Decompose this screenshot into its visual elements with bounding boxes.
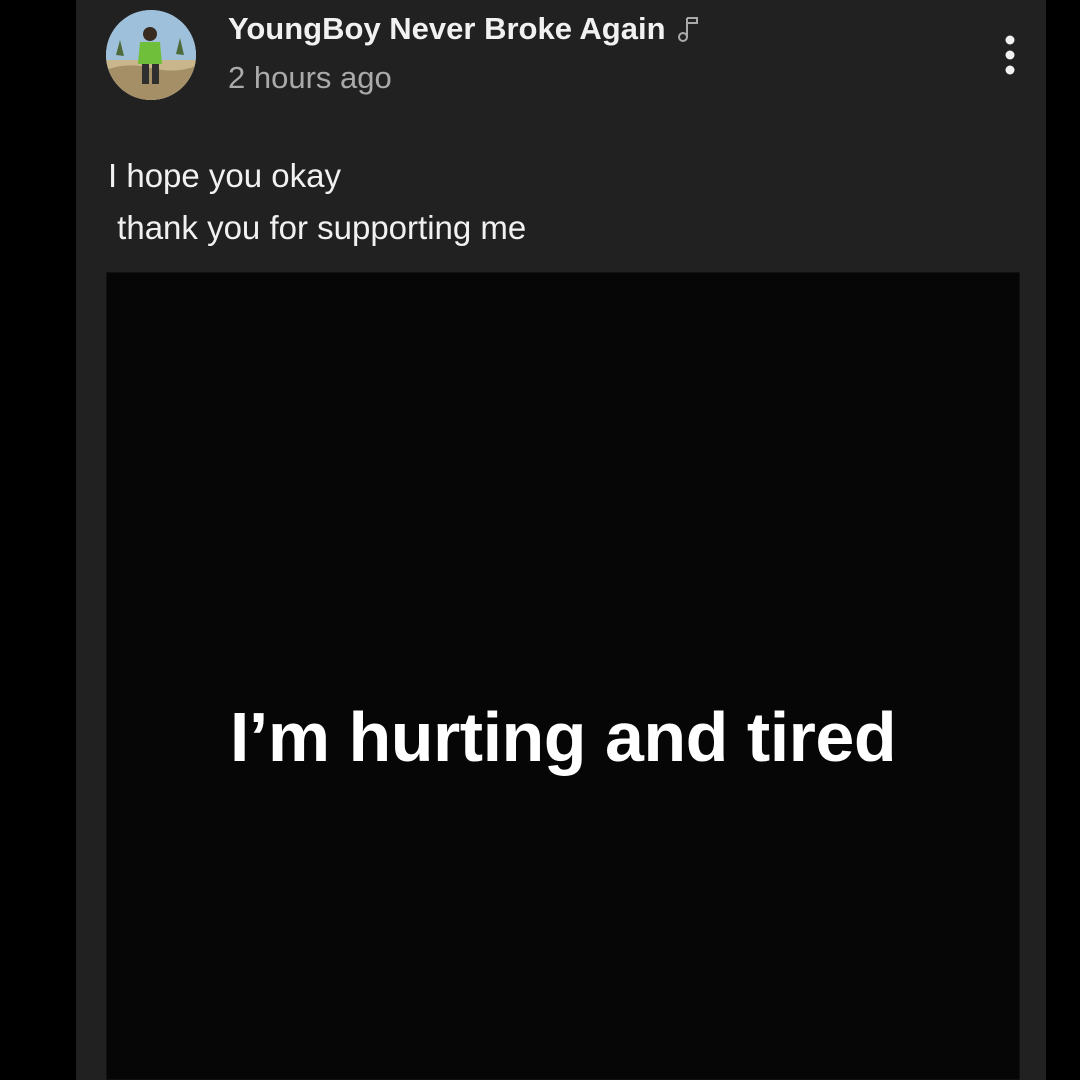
more-options-icon[interactable] (996, 32, 1024, 80)
post-timestamp: 2 hours ago (228, 60, 392, 95)
author-name-row[interactable]: YoungBoy Never Broke Again (228, 8, 700, 50)
author-name[interactable]: YoungBoy Never Broke Again (228, 11, 666, 47)
post-body-text: I hope you okay thank you for supporting… (108, 150, 526, 254)
community-post-card: YoungBoy Never Broke Again 2 hours ago I… (76, 0, 1046, 1080)
music-note-icon (676, 14, 700, 44)
avatar-photo (106, 10, 196, 100)
post-image-caption: I’m hurting and tired (229, 698, 897, 776)
post-text-line-2: thank you for supporting me (108, 209, 527, 246)
author-avatar[interactable] (106, 10, 196, 100)
post-text-line-1: I hope you okay (108, 157, 341, 194)
post-image[interactable]: I’m hurting and tired (106, 272, 1020, 1080)
